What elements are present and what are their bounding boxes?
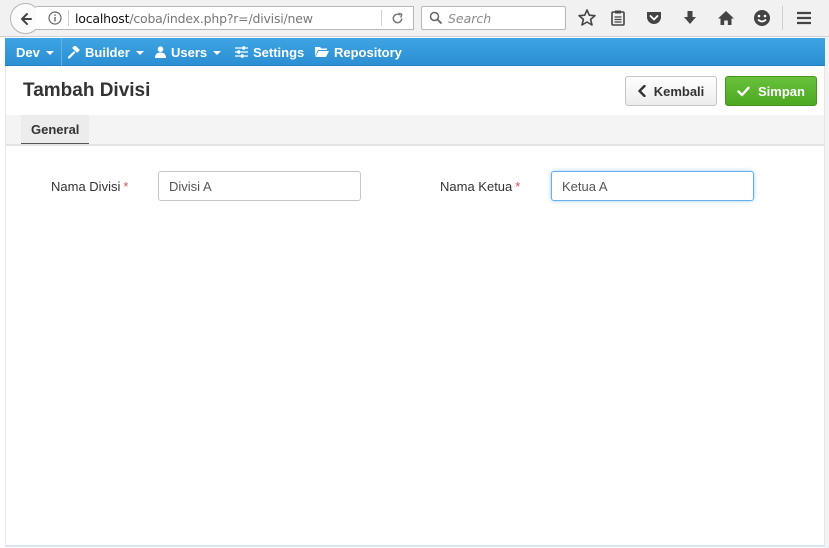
search-icon bbox=[429, 11, 443, 25]
nav-item-label: Dev bbox=[16, 44, 40, 60]
caret-down-icon bbox=[45, 50, 54, 55]
tab-general[interactable]: General bbox=[21, 115, 90, 145]
star-icon bbox=[578, 9, 596, 26]
field-label-text: Nama Divisi bbox=[51, 179, 121, 194]
nama-ketua-label: Nama Ketua * bbox=[440, 179, 520, 194]
hamburger-icon bbox=[797, 11, 811, 25]
app-navbar: Dev Builder Users Settings Repository bbox=[5, 38, 825, 66]
required-marker: * bbox=[123, 179, 129, 194]
check-icon bbox=[737, 86, 750, 96]
caret-down-icon bbox=[213, 50, 222, 55]
save-button[interactable]: Simpan bbox=[725, 76, 817, 106]
required-marker: * bbox=[515, 179, 521, 194]
window-edge bbox=[825, 37, 829, 548]
reload-icon[interactable] bbox=[390, 11, 405, 26]
tab-divider bbox=[6, 144, 824, 146]
nav-item-settings[interactable]: Settings bbox=[235, 38, 304, 66]
user-icon bbox=[155, 46, 166, 58]
nav-item-label: Builder bbox=[85, 44, 130, 60]
browser-toolbar: localhost/coba/index.php?r=/divisi/new bbox=[0, 0, 829, 37]
reload-separator bbox=[381, 10, 382, 26]
pocket-button[interactable] bbox=[644, 8, 664, 28]
toolbar-separator bbox=[782, 6, 783, 30]
nama-divisi-label: Nama Divisi * bbox=[51, 179, 128, 194]
sliders-icon bbox=[235, 46, 248, 58]
download-arrow-icon bbox=[684, 11, 696, 24]
nav-item-label: Users bbox=[171, 44, 208, 60]
nav-item-repository[interactable]: Repository bbox=[315, 38, 402, 66]
nama-divisi-input[interactable] bbox=[158, 171, 361, 201]
downloads-button[interactable] bbox=[680, 8, 700, 28]
arrow-left-icon bbox=[20, 12, 32, 25]
reader-view-button[interactable] bbox=[608, 8, 628, 28]
url-text[interactable]: localhost/coba/index.php?r=/divisi/new bbox=[75, 11, 313, 26]
nama-ketua-input[interactable] bbox=[551, 171, 754, 201]
nav-divider bbox=[61, 38, 62, 66]
url-separator bbox=[68, 10, 69, 26]
nav-item-label: Settings bbox=[253, 44, 305, 60]
url-path: /coba/index.php?r=/divisi/new bbox=[129, 10, 313, 26]
nav-item-dev[interactable]: Dev bbox=[16, 38, 54, 66]
caret-down-icon bbox=[135, 50, 144, 55]
back-button-label: Kembali bbox=[653, 83, 705, 99]
menu-button[interactable] bbox=[794, 8, 814, 28]
tab-bar: General bbox=[6, 115, 824, 145]
hammer-icon bbox=[67, 45, 80, 59]
page-content: Tambah Divisi Kembali Simpan General Nam… bbox=[5, 66, 825, 546]
hello-button[interactable] bbox=[752, 8, 772, 28]
nav-item-builder[interactable]: Builder bbox=[67, 38, 144, 66]
folder-open-icon bbox=[315, 47, 329, 57]
home-icon bbox=[718, 11, 734, 25]
chevron-left-icon bbox=[638, 85, 646, 97]
back-to-list-button[interactable]: Kembali bbox=[625, 76, 717, 106]
page-bottom-border bbox=[5, 545, 825, 547]
info-icon[interactable] bbox=[48, 11, 62, 25]
save-button-label: Simpan bbox=[758, 83, 805, 99]
smiley-icon bbox=[754, 10, 770, 26]
nav-item-users[interactable]: Users bbox=[155, 38, 222, 66]
tab-label: General bbox=[31, 121, 80, 137]
bookmark-star-button[interactable] bbox=[577, 8, 597, 28]
clipboard-icon bbox=[611, 10, 625, 26]
search-bar[interactable] bbox=[421, 6, 566, 30]
search-input[interactable] bbox=[448, 10, 558, 26]
page-title: Tambah Divisi bbox=[23, 80, 151, 101]
url-bar[interactable]: localhost/coba/index.php?r=/divisi/new bbox=[36, 6, 414, 30]
pocket-icon bbox=[647, 12, 661, 24]
url-host: localhost bbox=[75, 10, 130, 26]
nav-item-label: Repository bbox=[334, 44, 402, 60]
field-label-text: Nama Ketua bbox=[440, 179, 513, 194]
home-button[interactable] bbox=[716, 8, 736, 28]
